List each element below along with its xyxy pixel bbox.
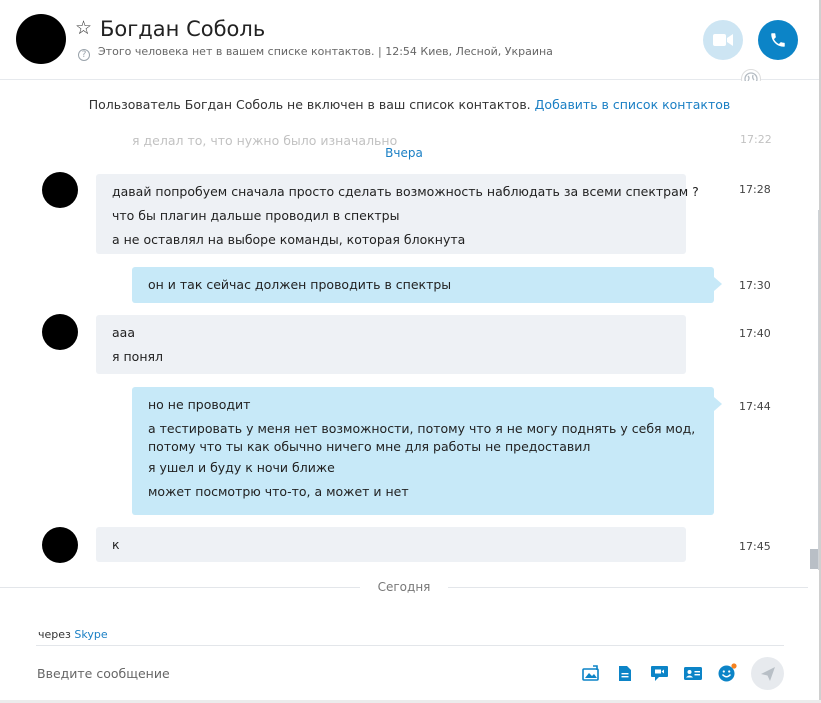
message-line: а не оставлял на выборе команды, которая… xyxy=(112,232,466,247)
message-time: 17:45 xyxy=(739,540,771,553)
phone-icon xyxy=(771,33,785,47)
message-line: к xyxy=(112,537,120,552)
message-line: потому что ты как обычно ничего мне для … xyxy=(148,439,591,454)
contact-status-text: Этого человека нет в вашем списке контак… xyxy=(98,45,553,58)
favorite-star-icon[interactable]: ☆ xyxy=(75,16,92,40)
contact-status-line: ? Этого человека нет в вашем списке конта… xyxy=(78,45,553,61)
message-line: он и так сейчас должен проводить в спект… xyxy=(148,277,452,292)
message-line: ааа xyxy=(112,325,135,340)
message-line: но не проводит xyxy=(148,397,251,412)
scrollbar-thumb[interactable] xyxy=(810,549,818,569)
message-line: что бы плагин дальше проводил в спектры xyxy=(112,208,400,223)
info-icon: ? xyxy=(78,49,90,61)
message-bubble-incoming[interactable]: ааа я понял xyxy=(96,315,686,374)
message-bubble-incoming[interactable]: давай попробуем сначала просто сделать в… xyxy=(96,174,699,254)
message-time: 17:40 xyxy=(739,327,771,340)
message-line: а тестировать у меня нет возможности, по… xyxy=(148,421,696,436)
contact-name[interactable]: Богдан Соболь xyxy=(100,16,265,42)
smiley-icon xyxy=(718,663,737,682)
contact-avatar[interactable] xyxy=(16,14,66,64)
send-file-button[interactable] xyxy=(614,662,636,684)
sender-avatar[interactable] xyxy=(42,172,78,208)
send-button[interactable] xyxy=(751,657,784,690)
file-icon xyxy=(619,665,631,681)
faded-previous-time: 17:22 xyxy=(740,133,772,146)
message-bubble-incoming[interactable]: к xyxy=(96,527,686,562)
via-prefix: через xyxy=(38,628,71,641)
send-via-selector[interactable]: через Skype xyxy=(38,628,108,641)
message-bubble-outgoing[interactable]: он и так сейчас должен проводить в спект… xyxy=(132,267,722,303)
message-line: давай попробуем сначала просто сделать в… xyxy=(112,184,699,199)
send-contact-button[interactable] xyxy=(682,662,704,684)
video-message-button[interactable] xyxy=(648,662,670,684)
separator-rule xyxy=(448,587,808,588)
sender-avatar[interactable] xyxy=(42,527,78,563)
video-call-button[interactable] xyxy=(703,20,743,60)
day-separator-yesterday: Вчера xyxy=(385,146,423,160)
conversation-header: ☆ Богдан Соболь ? Этого человека нет в ва… xyxy=(0,0,819,80)
message-input[interactable] xyxy=(30,660,550,686)
not-in-contacts-notice: Пользователь Богдан Соболь не включен в … xyxy=(0,81,819,127)
compose-divider xyxy=(36,645,784,646)
message-time: 17:44 xyxy=(739,400,771,413)
add-to-contacts-link[interactable]: Добавить в список контактов xyxy=(535,97,731,112)
message-list[interactable]: я делал то, что нужно было изначально 17… xyxy=(0,127,808,587)
message-bubble-outgoing[interactable]: но не проводит а тестировать у меня нет … xyxy=(132,387,722,515)
message-time: 17:30 xyxy=(739,279,771,292)
video-message-icon xyxy=(650,665,668,681)
video-camera-icon xyxy=(713,34,733,46)
via-service[interactable]: Skype xyxy=(74,628,107,641)
notice-text: Пользователь Богдан Соболь не включен в … xyxy=(88,96,531,112)
image-send-icon xyxy=(582,665,599,681)
audio-call-button[interactable] xyxy=(758,20,798,60)
paper-plane-icon xyxy=(760,666,775,681)
day-separator-today: Сегодня xyxy=(0,579,808,597)
sender-avatar[interactable] xyxy=(42,314,78,350)
emoticon-button[interactable] xyxy=(716,662,738,684)
scrollbar-rail xyxy=(818,210,819,570)
message-time: 17:28 xyxy=(739,183,771,196)
message-line: я понял xyxy=(112,349,163,364)
send-media-button[interactable] xyxy=(580,662,602,684)
contact-card-icon xyxy=(684,666,702,680)
message-line: я ушел и буду к ночи ближе xyxy=(148,460,335,475)
message-line: может посмотрю что-то, а может и нет xyxy=(148,484,409,499)
